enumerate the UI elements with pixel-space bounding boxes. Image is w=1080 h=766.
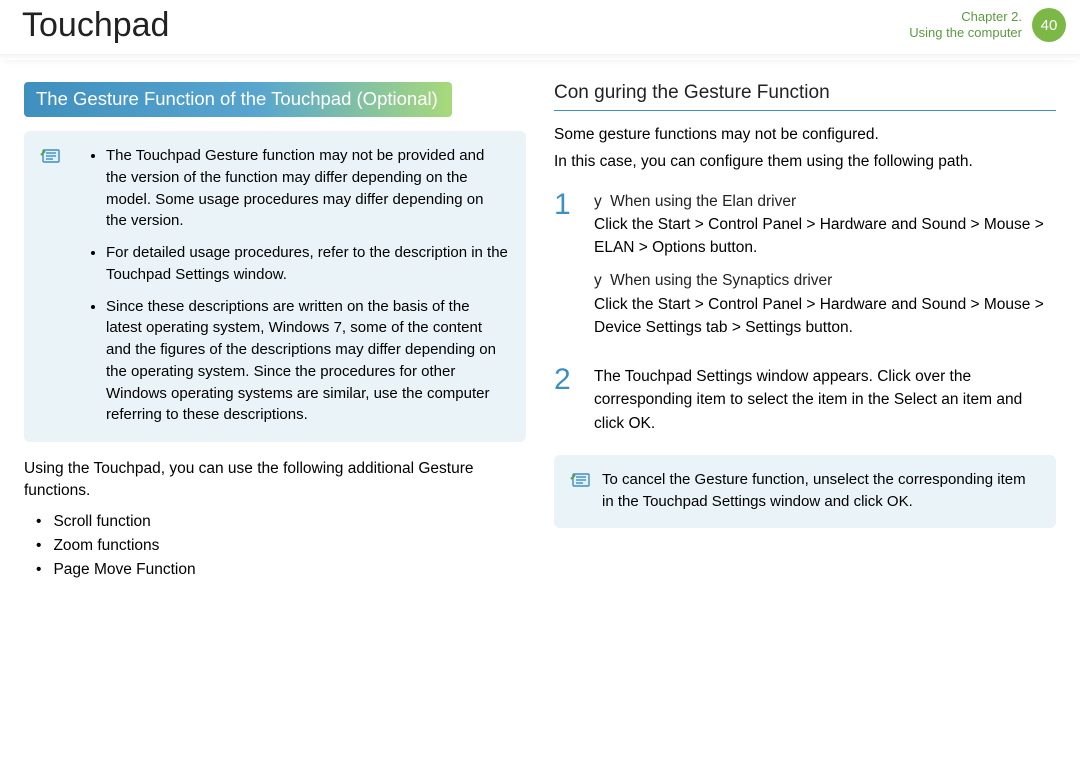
section-label: Using the computer (909, 25, 1022, 41)
page-number-badge: 40 (1032, 8, 1066, 42)
list-item: Page Move Function (36, 561, 526, 579)
subheading: Con guring the Gesture Function (554, 82, 1056, 111)
header-meta: Chapter 2. Using the computer 40 (909, 8, 1066, 42)
section-banner: The Gesture Function of the Touchpad (Op… (24, 82, 452, 117)
note-item: For detailed usage procedures, refer to … (106, 242, 508, 286)
step-number: 1 (554, 190, 580, 350)
list-item: Scroll function (36, 513, 526, 531)
content-area: The Gesture Function of the Touchpad (Op… (0, 60, 1080, 585)
elan-body: Click the Start > Control Panel > Hardwa… (594, 216, 1044, 256)
synaptics-lead: When using the Synaptics driver (594, 272, 832, 289)
cancel-note-box: To cancel the Gesture function, unselect… (554, 455, 1056, 529)
intro-line-2: In this case, you can configure them usi… (554, 150, 1056, 173)
intro-paragraph: Using the Touchpad, you can use the foll… (24, 458, 526, 503)
note-item: The Touchpad Gesture function may not be… (106, 145, 508, 232)
note-icon (40, 147, 64, 167)
synaptics-driver-item: When using the Synaptics driver Click th… (594, 269, 1056, 339)
synaptics-body: Click the Start > Control Panel > Hardwa… (594, 296, 1044, 336)
elan-driver-item: When using the Elan driver Click the Sta… (594, 190, 1056, 260)
list-item: Zoom functions (36, 537, 526, 555)
step-2: 2 The Touchpad Settings window appears. … (554, 365, 1056, 435)
chapter-label: Chapter 2. (909, 9, 1022, 25)
note-box-main: The Touchpad Gesture function may not be… (24, 131, 526, 442)
note-icon (570, 471, 594, 491)
step-body: The Touchpad Settings window appears. Cl… (594, 365, 1056, 435)
note-item: Since these descriptions are written on … (106, 296, 508, 427)
right-column: Con guring the Gesture Function Some ges… (554, 82, 1056, 585)
intro-line-1: Some gesture functions may not be config… (554, 123, 1056, 146)
note-list: The Touchpad Gesture function may not be… (88, 145, 508, 426)
page-number: 40 (1041, 17, 1058, 34)
step-number: 2 (554, 365, 580, 435)
elan-lead: When using the Elan driver (594, 193, 796, 210)
gesture-function-list: Scroll function Zoom functions Page Move… (24, 513, 526, 579)
step-body: When using the Elan driver Click the Sta… (594, 190, 1056, 350)
left-column: The Gesture Function of the Touchpad (Op… (24, 82, 526, 585)
cancel-note-text: To cancel the Gesture function, unselect… (602, 471, 1026, 510)
page-header: Touchpad Chapter 2. Using the computer 4… (0, 0, 1080, 60)
step-1: 1 When using the Elan driver Click the S… (554, 190, 1056, 350)
